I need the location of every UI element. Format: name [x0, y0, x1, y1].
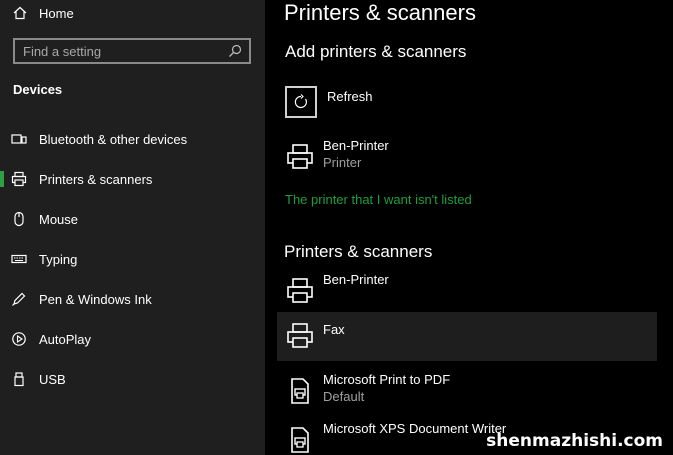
- device-name: Fax: [323, 322, 345, 337]
- page-title: Printers & scanners: [284, 0, 476, 25]
- sidebar-item-label: Printers & scanners: [39, 171, 153, 187]
- sidebar-item-autoplay[interactable]: AutoPlay: [0, 324, 265, 354]
- device-name: Ben-Printer: [323, 272, 389, 287]
- device-default-label: Default: [323, 389, 365, 404]
- home-icon: [13, 6, 27, 20]
- section-title: Devices: [13, 82, 63, 97]
- document-printer-icon: [285, 425, 315, 455]
- sidebar-item-mouse[interactable]: Mouse: [0, 204, 265, 234]
- device-name: Microsoft Print to PDF: [323, 372, 451, 387]
- list-section-title: Printers & scanners: [284, 242, 433, 261]
- home-label: Home: [39, 5, 74, 21]
- sidebar-item-label: Mouse: [39, 211, 79, 227]
- autoplay-icon: [11, 331, 27, 347]
- document-printer-icon: [285, 376, 315, 406]
- mouse-icon: [11, 211, 27, 227]
- sidebar-item-typing[interactable]: Typing: [0, 244, 265, 274]
- printer-icon: [285, 142, 315, 172]
- found-device-item[interactable]: Ben-Printer Printer: [277, 138, 657, 186]
- keyboard-icon: [11, 251, 27, 267]
- printer-not-listed-link[interactable]: The printer that I want isn't listed: [285, 192, 472, 207]
- device-name: Microsoft XPS Document Writer: [323, 421, 507, 436]
- sidebar: Home Devices Bluetooth & other devices P…: [0, 0, 265, 455]
- printer-icon: [11, 171, 27, 187]
- device-item-fax[interactable]: Fax: [277, 312, 657, 361]
- bluetooth-devices-icon: [11, 131, 27, 147]
- sidebar-item-label: Pen & Windows Ink: [39, 291, 152, 307]
- watermark: shenmazhishi.com: [486, 431, 663, 451]
- refresh-label: Refresh: [327, 89, 373, 104]
- search-box[interactable]: [13, 38, 251, 64]
- home-nav-item[interactable]: Home: [13, 4, 74, 22]
- sidebar-item-label: Typing: [39, 251, 78, 267]
- search-icon[interactable]: [225, 41, 245, 61]
- selection-indicator: [0, 171, 4, 187]
- sidebar-item-bluetooth[interactable]: Bluetooth & other devices: [0, 124, 265, 154]
- sidebar-item-pen[interactable]: Pen & Windows Ink: [0, 284, 265, 314]
- sidebar-item-label: Bluetooth & other devices: [39, 131, 188, 147]
- usb-icon: [11, 371, 27, 387]
- refresh-button[interactable]: Refresh: [285, 86, 373, 118]
- printer-icon: [285, 276, 315, 306]
- add-section-title: Add printers & scanners: [285, 42, 467, 61]
- sidebar-item-usb[interactable]: USB: [0, 364, 265, 394]
- device-name: Ben-Printer: [323, 138, 389, 153]
- sidebar-item-printers[interactable]: Printers & scanners: [0, 164, 265, 194]
- refresh-icon: [285, 86, 317, 118]
- pen-icon: [11, 291, 27, 307]
- device-type: Printer: [323, 155, 362, 170]
- main-panel: Printers & scanners Add printers & scann…: [265, 0, 673, 455]
- sidebar-item-label: AutoPlay: [39, 331, 92, 347]
- sidebar-item-label: USB: [39, 371, 66, 387]
- device-item-print-to-pdf[interactable]: Microsoft Print to PDF Default: [277, 372, 657, 420]
- fax-icon: [285, 321, 315, 351]
- search-input[interactable]: [15, 40, 225, 62]
